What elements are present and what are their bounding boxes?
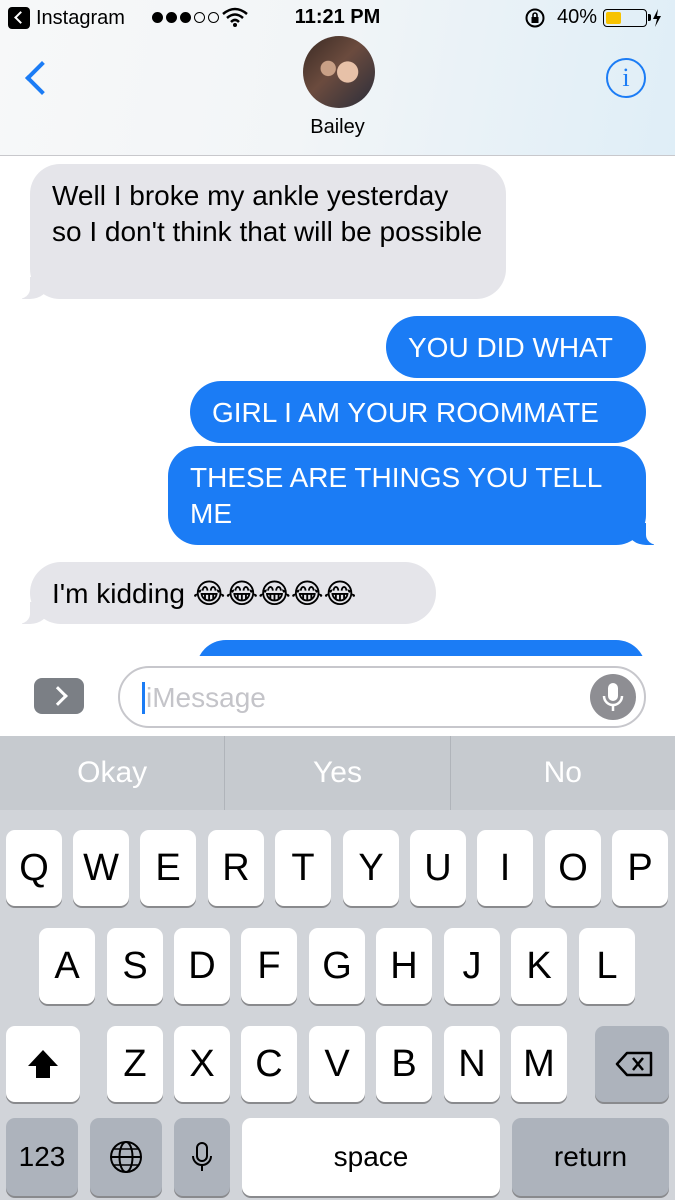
key[interactable]: T bbox=[275, 830, 331, 906]
compose-bar: iMessage bbox=[0, 656, 675, 736]
conversation-header: Instagram 11:21 PM 40% Bailey i bbox=[0, 0, 675, 156]
rotation-lock-icon bbox=[525, 8, 545, 28]
prediction-suggestion[interactable]: Okay bbox=[0, 736, 224, 810]
key[interactable]: J bbox=[444, 928, 500, 1004]
contact-name[interactable]: Bailey bbox=[0, 116, 675, 139]
outgoing-message-partial[interactable] bbox=[196, 640, 646, 656]
battery-level bbox=[606, 12, 622, 24]
key[interactable]: P bbox=[612, 830, 668, 906]
return-key[interactable]: return bbox=[512, 1118, 669, 1196]
contact-avatar[interactable] bbox=[303, 36, 375, 108]
shift-key[interactable] bbox=[6, 1026, 80, 1102]
key[interactable]: M bbox=[511, 1026, 567, 1102]
globe-key[interactable] bbox=[90, 1118, 162, 1196]
key[interactable]: F bbox=[241, 928, 297, 1004]
outgoing-message[interactable]: YOU DID WHAT bbox=[386, 316, 646, 378]
key[interactable]: K bbox=[511, 928, 567, 1004]
battery-percentage: 40% bbox=[557, 6, 598, 28]
incoming-message[interactable]: I'm kidding 😂😂😂😂😂 bbox=[16, 562, 436, 624]
key[interactable]: E bbox=[140, 830, 196, 906]
message-input[interactable]: iMessage bbox=[118, 666, 646, 728]
info-button[interactable]: i bbox=[606, 58, 646, 98]
message-input-placeholder: iMessage bbox=[146, 682, 266, 713]
key[interactable]: U bbox=[410, 830, 466, 906]
incoming-message[interactable]: Well I broke my ankle yesterday so I don… bbox=[16, 164, 506, 299]
numbers-key[interactable]: 123 bbox=[6, 1118, 78, 1196]
dictation-key[interactable] bbox=[174, 1118, 230, 1196]
outgoing-message[interactable]: GIRL I AM YOUR ROOMMATE bbox=[190, 381, 646, 443]
backspace-icon bbox=[615, 1051, 653, 1077]
prediction-suggestion[interactable]: No bbox=[449, 736, 675, 810]
predictive-text-bar: Okay Yes No bbox=[0, 736, 675, 810]
key[interactable]: B bbox=[376, 1026, 432, 1102]
space-key[interactable]: space bbox=[242, 1118, 500, 1196]
microphone-icon bbox=[602, 683, 624, 711]
key[interactable]: X bbox=[174, 1026, 230, 1102]
key[interactable]: D bbox=[174, 928, 230, 1004]
dictation-button[interactable] bbox=[590, 674, 636, 720]
key[interactable]: I bbox=[477, 830, 533, 906]
key[interactable]: S bbox=[107, 928, 163, 1004]
key[interactable]: A bbox=[39, 928, 95, 1004]
key[interactable]: H bbox=[376, 928, 432, 1004]
key[interactable]: R bbox=[208, 830, 264, 906]
key[interactable]: C bbox=[241, 1026, 297, 1102]
charging-bolt-icon bbox=[653, 9, 661, 27]
key[interactable]: V bbox=[309, 1026, 365, 1102]
prediction-suggestion[interactable]: Yes bbox=[224, 736, 449, 810]
message-thread[interactable]: Well I broke my ankle yesterday so I don… bbox=[0, 157, 675, 656]
battery-icon bbox=[603, 9, 651, 27]
key[interactable]: W bbox=[73, 830, 129, 906]
shift-icon bbox=[28, 1050, 58, 1078]
key[interactable]: L bbox=[579, 928, 635, 1004]
key[interactable]: G bbox=[309, 928, 365, 1004]
text-cursor bbox=[142, 682, 145, 714]
key[interactable]: Z bbox=[107, 1026, 163, 1102]
key[interactable]: O bbox=[545, 830, 601, 906]
expand-apps-button[interactable] bbox=[34, 678, 84, 714]
microphone-icon bbox=[192, 1142, 212, 1171]
key[interactable]: N bbox=[444, 1026, 500, 1102]
status-bar: Instagram 11:21 PM 40% bbox=[0, 0, 675, 36]
outgoing-message[interactable]: THESE ARE THINGS YOU TELL ME bbox=[168, 446, 660, 545]
delete-key[interactable] bbox=[595, 1026, 669, 1102]
key[interactable]: Q bbox=[6, 830, 62, 906]
key[interactable]: Y bbox=[343, 830, 399, 906]
globe-icon bbox=[110, 1141, 142, 1173]
chevron-left-icon[interactable] bbox=[18, 58, 54, 98]
keyboard: Okay Yes No Q W E R T Y U I O P A S D F … bbox=[0, 736, 675, 1200]
